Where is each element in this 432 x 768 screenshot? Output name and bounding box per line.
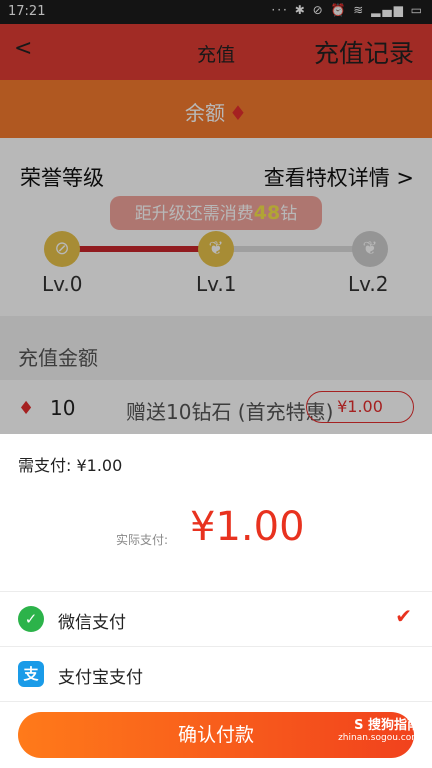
wechat-pay-option[interactable]: ✓ 微信支付 ✔ — [0, 592, 432, 646]
modal-backdrop[interactable] — [0, 0, 432, 434]
divider — [0, 701, 432, 702]
watermark: S 搜狗指南 zhinan.sogou.com — [338, 714, 420, 743]
actual-pay-label: 实际支付: — [116, 533, 169, 547]
alipay-icon: 支 — [18, 661, 44, 687]
selected-check-icon: ✔ — [395, 604, 412, 628]
alipay-option[interactable]: 支 支付宝支付 — [0, 647, 432, 701]
watermark-brand: S 搜狗指南 — [354, 718, 420, 733]
wechat-pay-label: 微信支付 — [58, 613, 126, 633]
actual-pay-amount: ¥1.00 — [190, 504, 305, 550]
watermark-url: zhinan.sogou.com — [338, 733, 420, 743]
wechat-icon: ✓ — [18, 606, 44, 632]
alipay-label: 支付宝支付 — [58, 668, 143, 688]
need-pay-text: 需支付: ¥1.00 — [18, 456, 123, 475]
